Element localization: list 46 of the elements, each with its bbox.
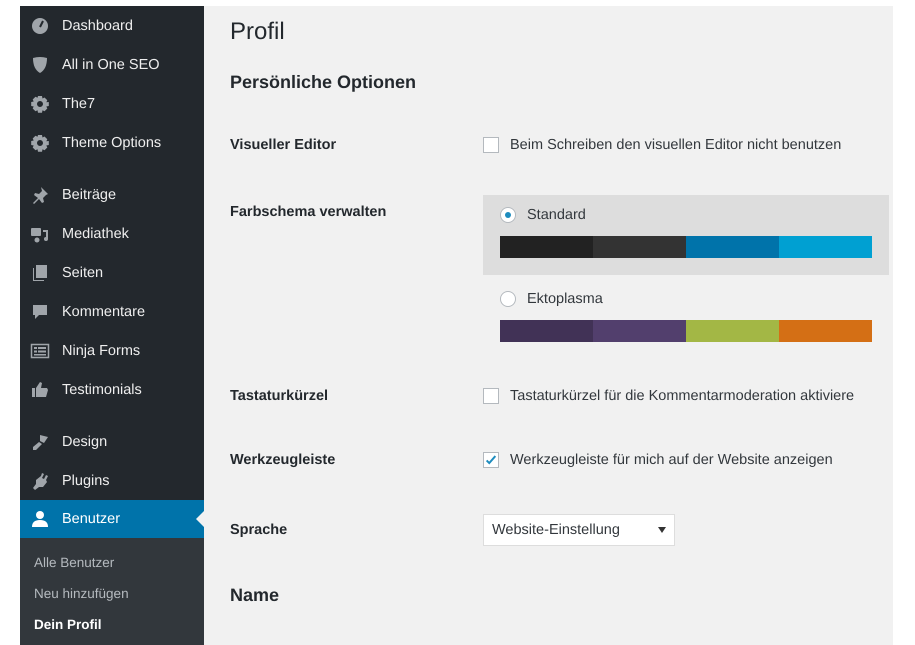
shield-icon: [30, 54, 50, 74]
sidebar-item[interactable]: All in One SEO: [20, 45, 204, 84]
sidebar-item[interactable]: Benutzer: [20, 500, 204, 538]
dashboard-icon: [30, 16, 50, 36]
thumbs-up-icon: [30, 380, 50, 400]
sidebar-item[interactable]: Dashboard: [20, 6, 204, 45]
pages-icon: [30, 262, 50, 282]
sidebar-item[interactable]: The7: [20, 84, 204, 123]
selected-scheme-panel[interactable]: Standard: [483, 195, 889, 275]
sidebar-item[interactable]: Testimonials: [20, 370, 204, 409]
sidebar-item[interactable]: Design: [20, 422, 204, 461]
section-heading: Name: [230, 584, 280, 607]
radio-button[interactable]: [500, 207, 516, 223]
gear-icon: [30, 94, 50, 114]
sidebar-item[interactable]: Beiträge: [20, 175, 204, 214]
scheme-name: Standard: [527, 207, 586, 223]
plug-icon: [30, 470, 50, 490]
checkbox-label: Beim Schreiben den visuellen Editor nicht benutzen: [510, 137, 842, 153]
field-label: Tastaturkürzel: [230, 387, 330, 406]
page-title: Profil: [230, 17, 286, 47]
sidebar-item[interactable]: Seiten: [20, 253, 204, 292]
checkbox[interactable]: [483, 388, 499, 404]
sidebar-item[interactable]: Mediathek: [20, 214, 204, 253]
field-label: Werkzeugleiste: [230, 451, 336, 470]
gear-icon: [30, 132, 50, 152]
submenu-item[interactable]: Alle Benutzer: [20, 547, 204, 578]
language-select[interactable]: Website-Einstellung: [483, 514, 675, 546]
radio-button[interactable]: [500, 291, 516, 307]
checkbox[interactable]: [483, 137, 499, 153]
scheme-option[interactable]: Ektoplasma: [483, 275, 889, 342]
scheme-name: Ektoplasma: [527, 291, 603, 307]
checkbox-label: Tastaturkürzel für die Kommentarmoderation aktiviere: [510, 388, 854, 404]
field-label: Sprache: [230, 521, 288, 540]
field-label: Farbschema verwalten: [230, 203, 388, 222]
sidebar-item[interactable]: Ninja Forms: [20, 331, 204, 370]
checkbox-label: Werkzeugleiste für mich auf der Website anzeigen: [510, 452, 833, 468]
section-heading: Persönliche Optionen: [230, 71, 418, 94]
sidebar-item[interactable]: Kommentare: [20, 292, 204, 331]
caret-icon: [658, 527, 666, 533]
submenu-item[interactable]: Neu hinzufügen: [20, 578, 204, 609]
user-icon: [30, 509, 50, 529]
sidebar-item[interactable]: Theme Options: [20, 123, 204, 162]
sidebar-item[interactable]: Plugins: [20, 461, 204, 500]
field-label: Visueller Editor: [230, 136, 338, 155]
checkbox[interactable]: [483, 452, 499, 468]
submenu-item[interactable]: Dein Profil: [20, 609, 204, 640]
